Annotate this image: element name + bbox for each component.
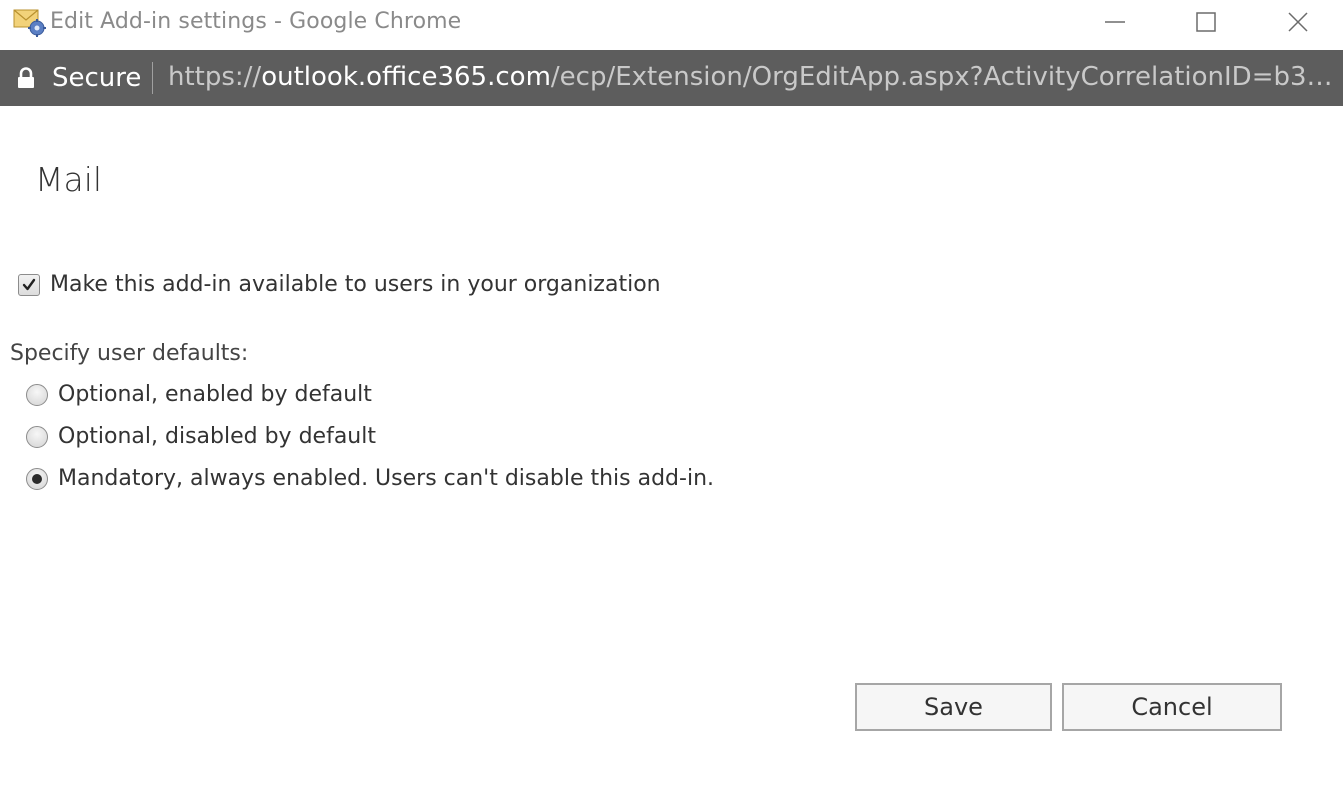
close-button[interactable] — [1252, 0, 1343, 44]
radio-optional-disabled[interactable]: Optional, disabled by default — [26, 424, 376, 449]
secure-label[interactable]: Secure — [52, 63, 141, 93]
radio-button[interactable] — [26, 425, 48, 448]
browser-window: Edit Add-in settings - Google Chrome Sec… — [0, 0, 1343, 791]
cancel-button[interactable]: Cancel — [1062, 683, 1282, 731]
radio-mandatory[interactable]: Mandatory, always enabled. Users can't d… — [26, 466, 714, 491]
lock-icon[interactable] — [16, 67, 36, 89]
minimize-icon — [1105, 21, 1125, 23]
radio-button[interactable] — [26, 383, 48, 406]
radio-selected-dot — [32, 473, 42, 484]
close-icon — [1288, 12, 1308, 32]
radio-button-selected[interactable] — [26, 467, 48, 490]
maximize-icon — [1196, 12, 1216, 32]
availability-checkbox-label[interactable]: Make this add-in available to users in y… — [50, 272, 661, 297]
address-divider — [152, 62, 153, 94]
radio-label[interactable]: Optional, enabled by default — [58, 382, 372, 407]
title-bar: Edit Add-in settings - Google Chrome — [0, 0, 1343, 50]
radio-optional-enabled[interactable]: Optional, enabled by default — [26, 382, 372, 407]
minimize-button[interactable] — [1069, 0, 1161, 44]
radio-label[interactable]: Optional, disabled by default — [58, 424, 376, 449]
availability-checkbox-row[interactable]: Make this add-in available to users in y… — [18, 272, 661, 297]
url-text[interactable]: https://outlook.office365.com/ecp/Extens… — [168, 62, 1334, 92]
url-scheme: https:// — [168, 62, 262, 92]
window-title: Edit Add-in settings - Google Chrome — [50, 9, 462, 34]
url-host: outlook.office365.com — [261, 62, 551, 92]
availability-checkbox[interactable] — [18, 273, 40, 296]
url-path: /ecp/Extension/OrgEditApp.aspx?ActivityC… — [550, 62, 1334, 92]
save-button[interactable]: Save — [855, 683, 1052, 731]
checkmark-icon — [22, 278, 36, 290]
address-bar[interactable]: Secure https://outlook.office365.com/ecp… — [0, 50, 1343, 106]
radio-label[interactable]: Mandatory, always enabled. Users can't d… — [58, 466, 714, 491]
user-defaults-label: Specify user defaults: — [10, 341, 249, 366]
page-title: Mail — [35, 160, 103, 199]
maximize-button[interactable] — [1160, 0, 1252, 44]
mail-gear-icon — [13, 8, 47, 38]
